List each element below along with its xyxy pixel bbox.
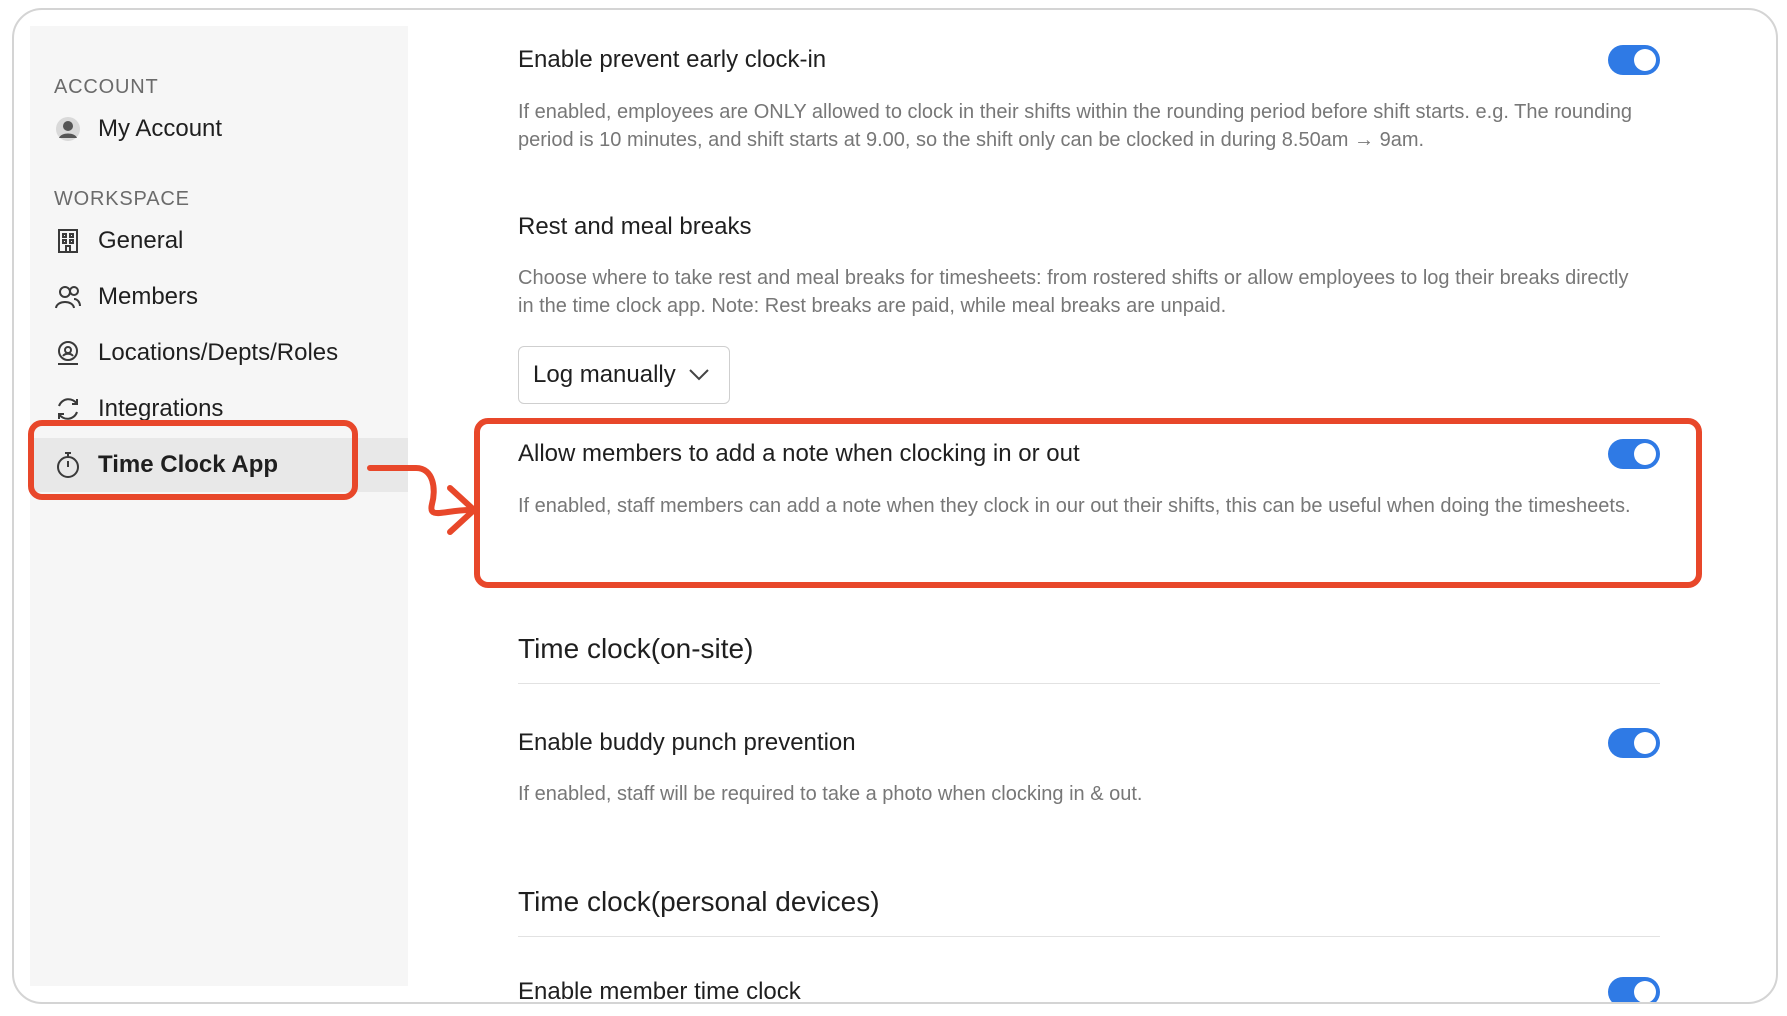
member-clock-toggle[interactable] (1608, 977, 1660, 1002)
toggle-knob (1634, 981, 1656, 1002)
breaks-title: Rest and meal breaks (518, 213, 752, 240)
breaks-select-value: Log manually (533, 361, 676, 388)
location-pin-icon (54, 339, 82, 367)
account-section-label: ACCOUNT (54, 76, 159, 98)
avatar-icon (54, 115, 82, 143)
breaks-description: Choose where to take rest and meal break… (518, 267, 1629, 317)
onsite-section-heading: Time clock(on-site) (518, 633, 754, 664)
sidebar-item-my-account[interactable]: My Account (30, 102, 408, 156)
sidebar-item-label: Members (98, 283, 199, 310)
sync-icon (54, 395, 82, 423)
sidebar-item-general[interactable]: General (30, 214, 408, 268)
buddy-punch-toggle[interactable] (1608, 728, 1660, 758)
sidebar-highlight-box (28, 420, 358, 500)
arrow-right-icon (367, 465, 477, 535)
early-clockin-title: Enable prevent early clock-in (518, 46, 827, 73)
toggle-knob (1634, 732, 1656, 754)
setting-highlight-box (474, 418, 1702, 588)
sidebar-item-label: Integrations (98, 395, 224, 422)
sidebar-item-label: My Account (98, 115, 223, 142)
members-icon (54, 283, 82, 311)
buddy-punch-description: If enabled, staff will be required to ta… (518, 783, 1143, 805)
early-clockin-description: If enabled, employees are ONLY allowed t… (518, 101, 1632, 151)
sidebar-item-label: General (98, 227, 184, 254)
workspace-section-label: WORKSPACE (54, 188, 190, 210)
section-divider (518, 683, 1660, 684)
buddy-punch-title: Enable buddy punch prevention (518, 729, 856, 756)
early-clockin-toggle[interactable] (1608, 45, 1660, 75)
toggle-knob (1634, 49, 1656, 71)
sidebar-item-label: Locations/Depts/Roles (98, 339, 339, 366)
breaks-select[interactable]: Log manually (518, 346, 730, 404)
sidebar-item-locations[interactable]: Locations/Depts/Roles (30, 326, 408, 380)
chevron-down-icon (689, 369, 709, 381)
section-divider (518, 936, 1660, 937)
member-clock-title: Enable member time clock (518, 978, 801, 1004)
settings-sidebar: ACCOUNT My Account WORKSPACE General Mem… (30, 26, 408, 986)
sidebar-item-members[interactable]: Members (30, 270, 408, 324)
personal-devices-section-heading: Time clock(personal devices) (518, 886, 880, 917)
app-window: ACCOUNT My Account WORKSPACE General Mem… (12, 8, 1778, 1004)
building-icon (54, 227, 82, 255)
